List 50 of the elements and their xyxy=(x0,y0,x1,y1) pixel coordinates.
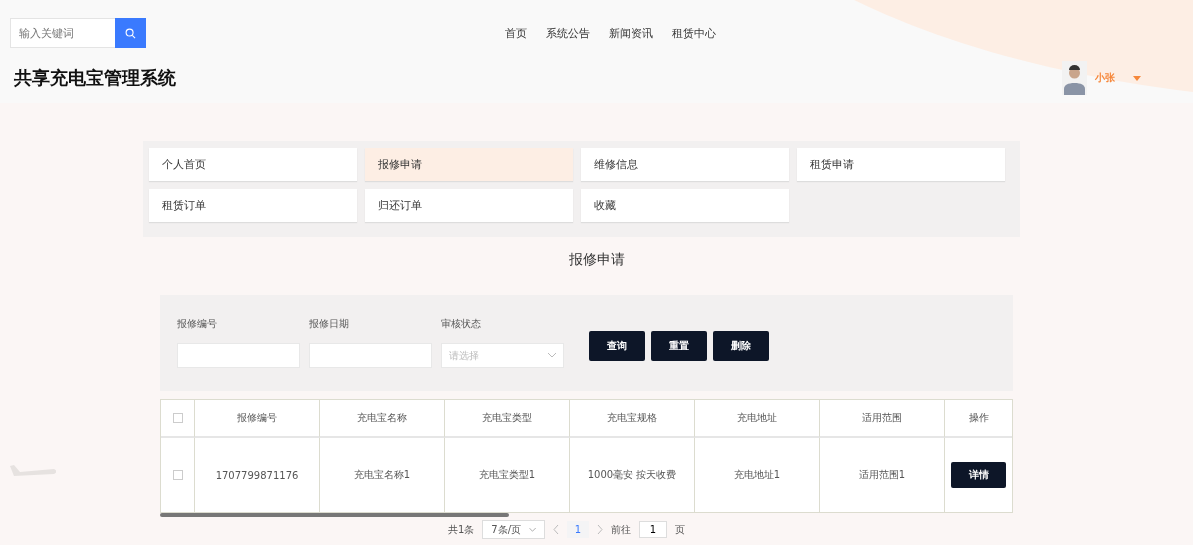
checkbox[interactable] xyxy=(172,470,183,480)
table-cell: 适用范围1 xyxy=(820,438,945,512)
page-title: 报修申请 xyxy=(567,251,626,269)
menu-item[interactable]: 归还订单 xyxy=(365,189,573,222)
scrollbar[interactable] xyxy=(160,513,509,517)
field-label: 审核状态 xyxy=(441,317,482,331)
nav-link[interactable]: 首页 xyxy=(505,25,527,41)
menu-item[interactable]: 收藏 xyxy=(581,189,789,222)
action-button[interactable]: 删除 xyxy=(713,331,769,361)
column-header: 充电宝名称 xyxy=(320,400,445,438)
page-size-select[interactable]: 7条/页 xyxy=(482,520,546,539)
nav-link[interactable]: 租赁中心 xyxy=(672,25,716,41)
site-title: 共享充电宝管理系统 xyxy=(14,66,176,90)
table-cell: 充电宝类型1 xyxy=(445,438,570,512)
column-header: 充电宝类型 xyxy=(445,400,570,438)
table-cell: 1707799871176 xyxy=(195,438,320,512)
menu-item[interactable]: 报修申请 xyxy=(365,148,573,181)
goto-label: 前往 xyxy=(611,522,632,537)
checkbox[interactable] xyxy=(172,413,183,423)
menu-item[interactable]: 租赁申请 xyxy=(797,148,1005,181)
caret-icon[interactable] xyxy=(1133,75,1141,81)
column-header: 充电宝规格 xyxy=(570,400,695,438)
action-button[interactable]: 查询 xyxy=(589,331,645,361)
action-button[interactable]: 重置 xyxy=(651,331,707,361)
details-button[interactable]: 详情 xyxy=(951,462,1006,488)
search-button[interactable] xyxy=(115,18,146,48)
nav-link[interactable]: 新闻资讯 xyxy=(609,25,653,41)
total-count: 共1条 xyxy=(447,522,475,537)
search-field[interactable]: 输入关键词 xyxy=(10,18,115,48)
menu-item[interactable]: 个人首页 xyxy=(149,148,357,181)
column-header: 操作 xyxy=(945,400,1012,438)
menu-item[interactable]: 租赁订单 xyxy=(149,189,357,222)
table-cell: 1000毫安 按天收费 xyxy=(570,438,695,512)
chevron-down-icon xyxy=(529,527,537,532)
menu-item[interactable]: 维修信息 xyxy=(581,148,789,181)
field-label: 报修编号 xyxy=(177,317,218,331)
prev-icon[interactable] xyxy=(553,525,560,534)
column-header: 充电地址 xyxy=(695,400,820,438)
column-header: 报修编号 xyxy=(195,400,320,438)
field-label: 报修日期 xyxy=(309,317,350,331)
nav-link[interactable]: 系统公告 xyxy=(546,25,590,41)
page-input[interactable]: 1 xyxy=(639,521,668,538)
search-icon xyxy=(125,27,136,39)
table-cell: 充电地址1 xyxy=(695,438,820,512)
chevron-down-icon xyxy=(548,353,556,358)
page-suffix: 页 xyxy=(675,522,686,537)
table-cell: 充电宝名称1 xyxy=(320,438,445,512)
column-header: 适用范围 xyxy=(820,400,945,438)
page-button[interactable]: 1 xyxy=(567,521,590,538)
next-icon[interactable] xyxy=(597,525,604,534)
